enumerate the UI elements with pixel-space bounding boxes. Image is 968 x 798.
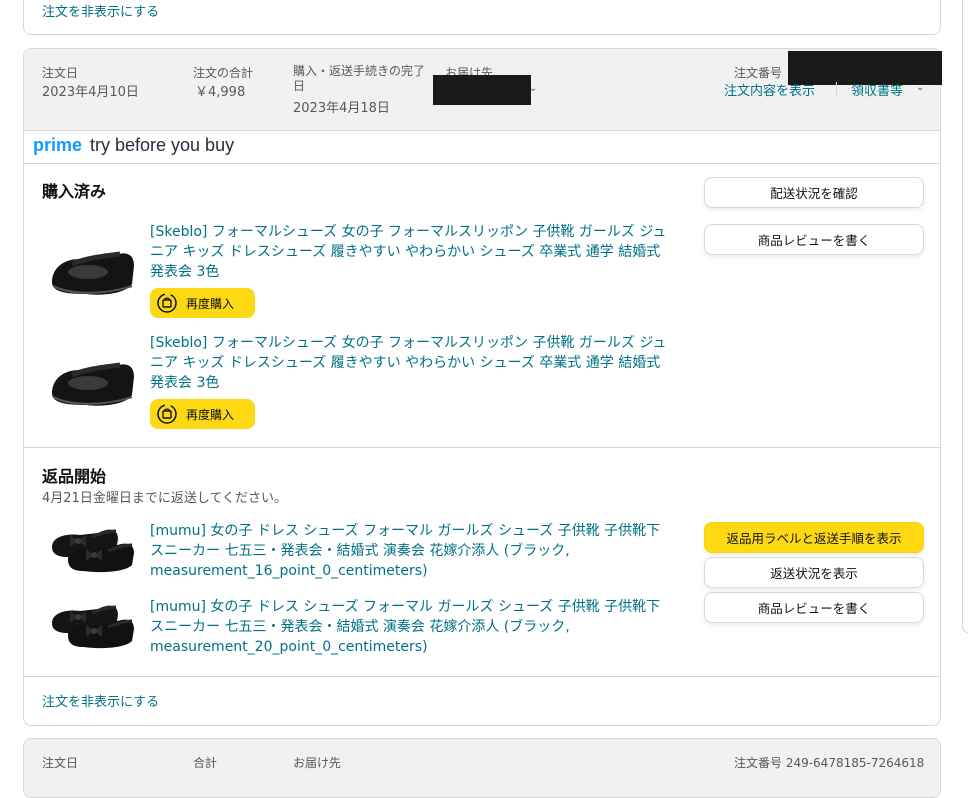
product-title-link[interactable]: [Skeblo] フォーマルシューズ 女の子 フォーマルスリッポン 子供靴 ガー… [150, 333, 670, 393]
prime-banner-text: try before you buy [90, 135, 235, 155]
previous-order-card: 注文を非表示にする [23, 0, 941, 35]
scrollbar-track[interactable] [962, 0, 968, 633]
view-order-details-link[interactable]: 注文内容を表示 [724, 80, 815, 99]
prime-try-before-you-buy-banner: prime try before you buy [24, 130, 940, 164]
link-divider [836, 82, 837, 96]
purchased-heading: 購入済み [42, 182, 107, 201]
buy-again-icon [157, 404, 177, 424]
next-order-card: 注文日 合計 お届け先 注文番号 249-6478185-7264618 [23, 738, 941, 798]
buy-again-label: 再度購入 [186, 296, 235, 311]
receipt-chevron-icon[interactable]: ⌄ [916, 82, 924, 93]
product-title-link[interactable]: [mumu] 女の子 ドレス シューズ フォーマル ガールズ シューズ 子供靴 … [150, 597, 670, 657]
receipt-link[interactable]: 領収書等 [851, 80, 903, 99]
deadline-value: 2023年4月18日 [293, 101, 390, 116]
product-image-formal-shoe[interactable] [46, 236, 138, 306]
return-deadline-text: 4月21日金曜日までに返送してください。 [42, 491, 288, 506]
return-status-button[interactable]: 返送状況を表示 [704, 557, 924, 588]
write-review-button[interactable]: 商品レビューを書く [704, 592, 924, 623]
order-total-label: 注文の合計 [193, 66, 254, 80]
product-title-link[interactable]: [mumu] 女の子 ドレス シューズ フォーマル ガールズ シューズ 子供靴 … [150, 521, 670, 581]
buy-again-button[interactable]: 再度購入 [150, 288, 255, 318]
return-started-heading: 返品開始 [42, 467, 107, 486]
order-date-value: 2023年4月10日 [42, 85, 139, 100]
buy-again-label: 再度購入 [186, 407, 235, 422]
order-date-label: 注文日 [42, 66, 79, 80]
hide-order-link[interactable]: 注文を非表示にする [42, 1, 159, 20]
product-title-link[interactable]: [Skeblo] フォーマルシューズ 女の子 フォーマルスリッポン 子供靴 ガー… [150, 222, 670, 282]
prime-logo: prime [33, 135, 83, 155]
order-header: 注文日 2023年4月10日 注文の合計 ￥4,998 購入・返送手続きの完了日… [24, 49, 942, 131]
order-total-value: ￥4,998 [195, 85, 246, 100]
track-package-button[interactable]: 配送状況を確認 [704, 177, 924, 208]
product-image-bow-shoes[interactable] [48, 595, 138, 655]
write-review-button[interactable]: 商品レビューを書く [704, 224, 924, 255]
redacted-recipient [433, 75, 531, 105]
show-return-label-button[interactable]: 返品用ラベルと返送手順を表示 [704, 522, 924, 553]
ship-to-chevron-icon[interactable]: ⌄ [529, 83, 537, 94]
buy-again-button[interactable]: 再度購入 [150, 399, 255, 429]
order-card: 注文日 2023年4月10日 注文の合計 ￥4,998 購入・返送手続きの完了日… [23, 48, 942, 726]
deadline-label: 購入・返送手続きの完了日 [293, 64, 426, 93]
section-divider [24, 447, 940, 448]
order-number-label: 注文番号 [734, 66, 783, 80]
section-divider [24, 676, 940, 677]
product-image-formal-shoe[interactable] [46, 347, 138, 417]
product-image-bow-shoes[interactable] [48, 519, 138, 579]
hide-order-link[interactable]: 注文を非表示にする [42, 691, 159, 710]
buy-again-icon [157, 293, 177, 313]
